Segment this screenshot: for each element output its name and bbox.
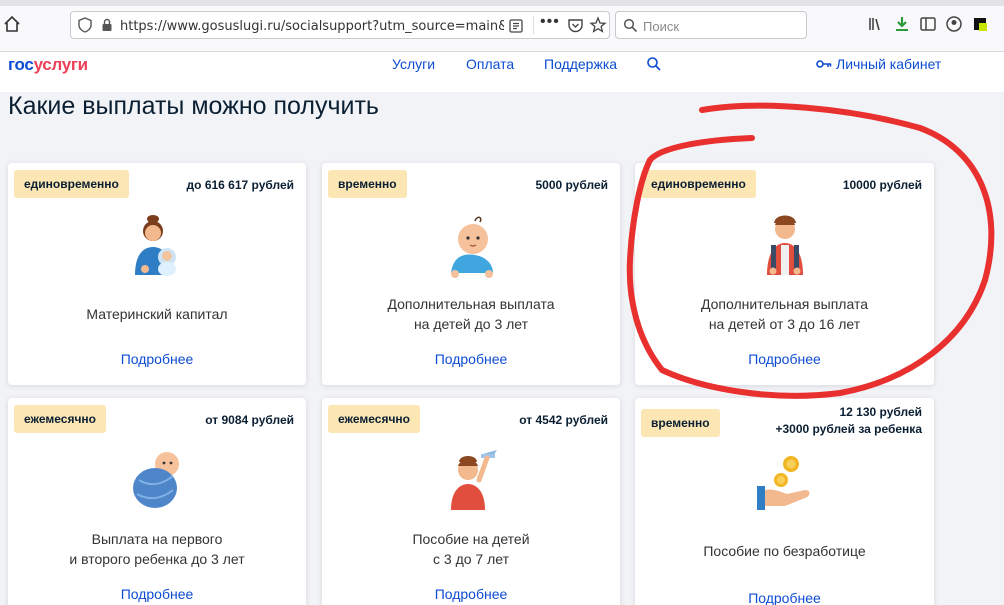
logo-part-1: гос	[8, 55, 34, 74]
card-title-line-2: с 3 до 7 лет	[433, 551, 509, 567]
frequency-badge: временно	[328, 170, 407, 198]
card-additional-payment-under-3[interactable]: временно 5000 рублей Дополнительная выпл…	[322, 163, 620, 385]
divider	[533, 16, 534, 34]
card-title: Материнский капитал	[86, 306, 228, 322]
frequency-badge: единовременно	[14, 170, 129, 198]
card-title: Пособие по безработице	[703, 543, 866, 559]
extension-icon[interactable]	[970, 14, 990, 34]
key-icon	[816, 60, 832, 68]
amount-label: 12 130 рублей +3000 рублей за ребенка	[775, 404, 922, 438]
site-search-icon[interactable]	[646, 56, 662, 72]
url-text[interactable]: https://www.gosuslugi.ru/socialsupport?u…	[120, 19, 504, 34]
card-title-line-1: Дополнительная выплата	[700, 296, 868, 312]
library-icon[interactable]	[866, 14, 886, 34]
personal-cabinet-link[interactable]: Личный кабинет	[816, 56, 941, 72]
schoolchild-icon	[766, 215, 803, 275]
child-with-airplane-icon	[451, 450, 497, 510]
frequency-badge: ежемесячно	[14, 405, 106, 433]
card-title-line-1: Пособие на детей	[412, 531, 530, 547]
details-link[interactable]: Подробнее	[322, 351, 620, 367]
search-icon	[623, 18, 638, 33]
frequency-badge: временно	[641, 409, 720, 437]
amount-label: от 4542 рублей	[519, 413, 608, 427]
gosuslugi-logo[interactable]: госуслуги	[8, 55, 88, 75]
amount-label: от 9084 рублей	[205, 413, 294, 427]
frequency-badge: единовременно	[641, 170, 756, 198]
swaddled-baby-icon	[133, 452, 179, 508]
download-icon[interactable]	[892, 14, 912, 34]
amount-line-2: +3000 рублей за ребенка	[775, 422, 922, 436]
amount-label: 5000 рублей	[535, 178, 608, 192]
home-icon[interactable]	[2, 14, 22, 34]
card-maternity-capital[interactable]: единовременно до 616 617 рублей Материнс…	[8, 163, 306, 385]
amount-label: 10000 рублей	[842, 178, 922, 192]
site-header: госуслуги Услуги Оплата Поддержка Личный…	[0, 52, 1004, 92]
account-icon[interactable]	[944, 14, 964, 34]
lock-icon[interactable]	[100, 18, 114, 32]
details-link[interactable]: Подробнее	[322, 586, 620, 602]
search-placeholder: Поиск	[643, 19, 680, 34]
sidebar-icon[interactable]	[918, 14, 938, 34]
amount-line-1: 12 130 рублей	[839, 405, 922, 419]
card-additional-payment-3-16[interactable]: единовременно 10000 рублей Дополнительна…	[635, 163, 934, 385]
amount-label: до 616 617 рублей	[186, 178, 294, 192]
nav-support[interactable]: Поддержка	[544, 56, 617, 72]
cabinet-label: Личный кабинет	[836, 56, 942, 72]
address-bar[interactable]: https://www.gosuslugi.ru/socialsupport?u…	[70, 11, 610, 39]
frequency-badge: ежемесячно	[328, 405, 420, 433]
page-title: Какие выплаты можно получить	[8, 92, 379, 120]
pocket-icon[interactable]	[567, 17, 584, 34]
card-unemployment-benefit[interactable]: временно 12 130 рублей +3000 рублей за р…	[635, 398, 934, 605]
shield-icon[interactable]	[77, 17, 93, 33]
card-title-line-1: Дополнительная выплата	[387, 296, 555, 312]
details-link[interactable]: Подробнее	[8, 351, 306, 367]
card-child-allowance-3-7[interactable]: ежемесячно от 4542 рублей Пособие на дет…	[322, 398, 620, 605]
details-link[interactable]: Подробнее	[635, 590, 934, 605]
details-link[interactable]: Подробнее	[8, 586, 306, 602]
nav-payment[interactable]: Оплата	[466, 56, 514, 72]
tab-strip	[0, 0, 1004, 6]
bookmark-star-icon[interactable]	[589, 16, 607, 34]
reader-view-icon[interactable]	[508, 18, 524, 34]
card-title-line-2: на детей до 3 лет	[413, 316, 529, 332]
browser-search-input[interactable]: Поиск	[615, 11, 807, 39]
card-title-line-2: и второго ребенка до 3 лет	[69, 551, 245, 567]
details-link[interactable]: Подробнее	[635, 351, 934, 367]
card-title-line-1: Выплата на первого	[91, 531, 223, 547]
hand-with-coins-icon	[756, 456, 809, 510]
more-actions-icon[interactable]: •••	[540, 13, 560, 31]
browser-toolbar: https://www.gosuslugi.ru/socialsupport?u…	[0, 0, 1004, 52]
crawling-baby-icon	[451, 216, 493, 278]
nav-services[interactable]: Услуги	[392, 56, 435, 72]
logo-part-2: услуги	[33, 55, 89, 74]
mother-with-baby-icon	[135, 215, 176, 276]
card-title-line-2: на детей от 3 до 16 лет	[708, 316, 861, 332]
card-first-second-child-under-3[interactable]: ежемесячно от 9084 рублей Выплата на пер…	[8, 398, 306, 605]
